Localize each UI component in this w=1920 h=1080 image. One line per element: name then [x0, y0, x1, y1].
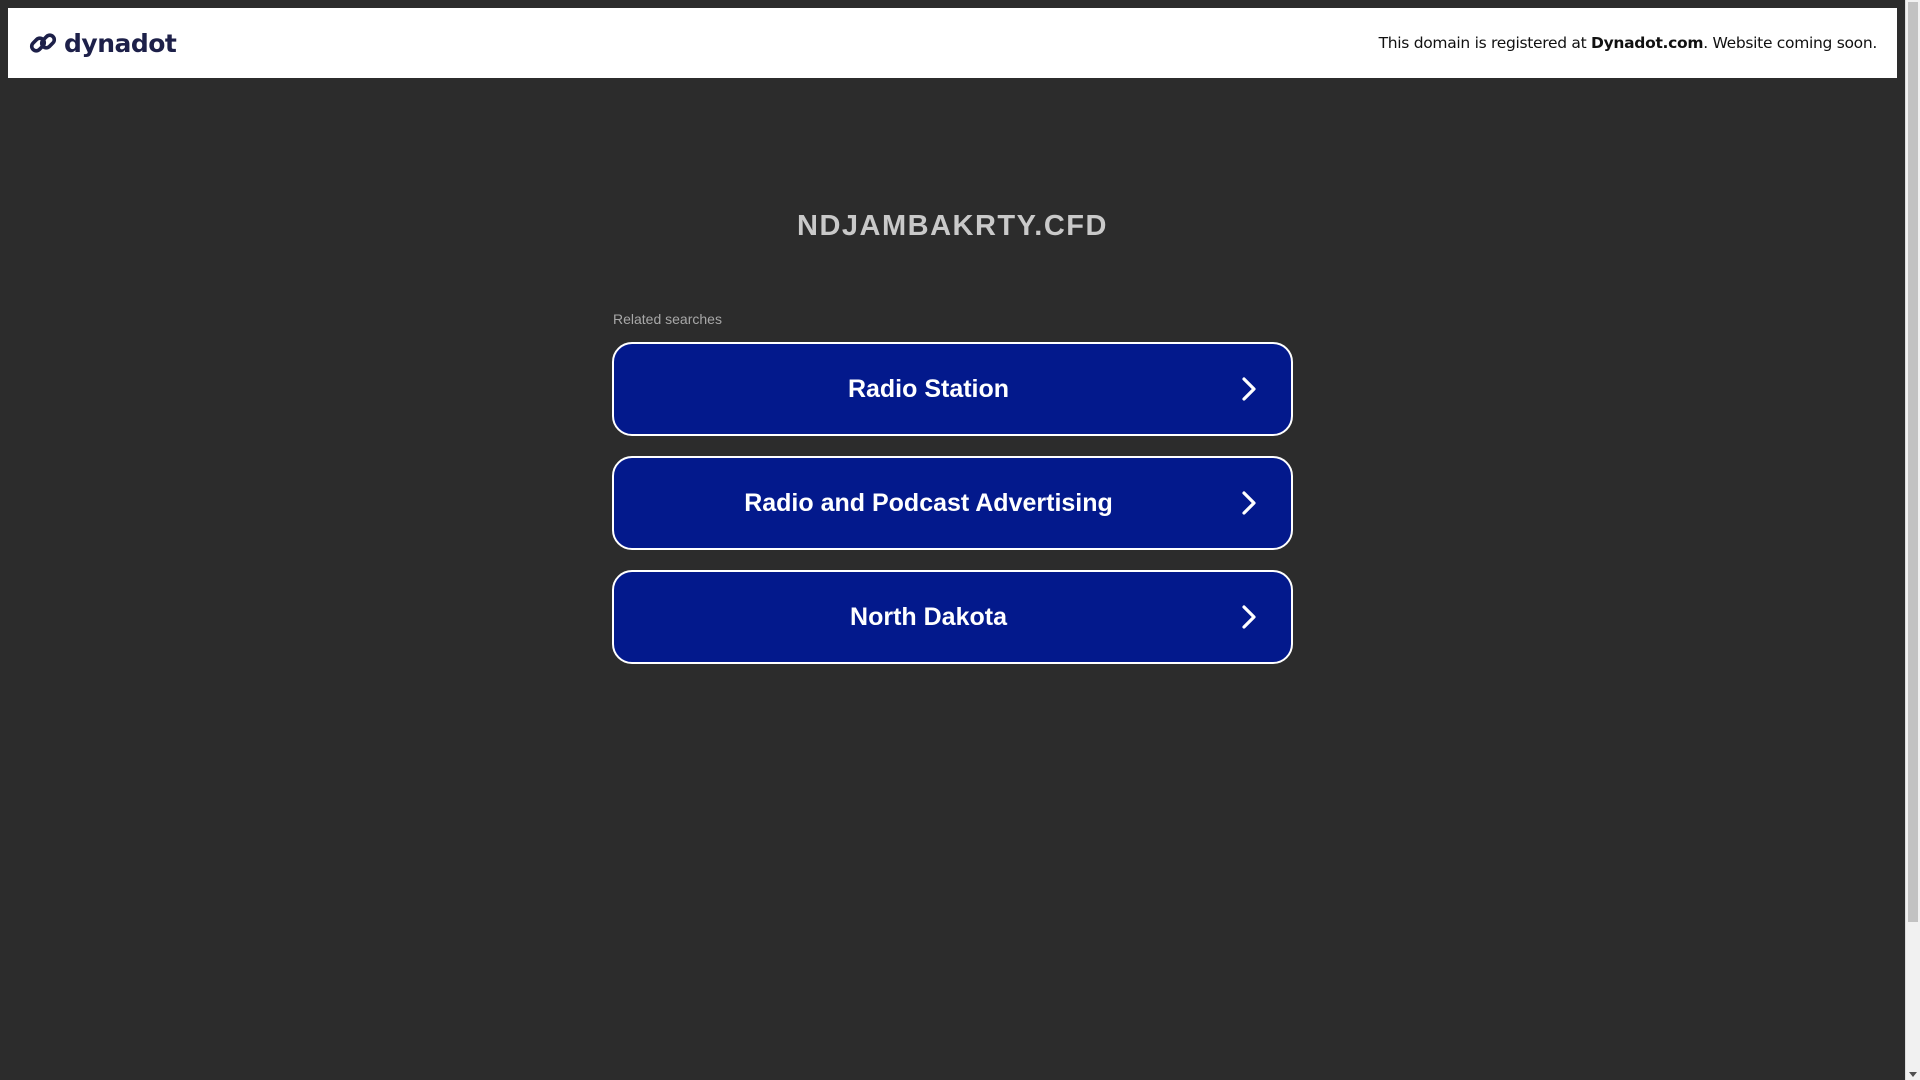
registration-message: This domain is registered at Dynadot.com… — [1378, 34, 1878, 52]
chevron-right-icon — [1242, 605, 1256, 629]
search-button-label: Radio and Podcast Advertising — [744, 488, 1113, 517]
dynadot-logo[interactable]: dynadot — [28, 28, 177, 58]
chevron-right-icon — [1242, 377, 1256, 401]
search-button-radio-podcast-advertising[interactable]: Radio and Podcast Advertising — [612, 456, 1293, 550]
logo-text: dynadot — [64, 28, 177, 58]
scrollbar-thumb[interactable] — [1908, 2, 1918, 922]
page: dynadot This domain is registered at Dyn… — [0, 0, 1920, 1080]
header-bar: dynadot This domain is registered at Dyn… — [8, 8, 1897, 78]
search-button-label: North Dakota — [850, 602, 1007, 631]
related-searches-list: Radio Station Radio and Podcast Advertis… — [612, 342, 1293, 684]
search-button-radio-station[interactable]: Radio Station — [612, 342, 1293, 436]
related-searches-label: Related searches — [613, 311, 722, 327]
domain-title: NDJAMBAKRTY.CFD — [797, 210, 1108, 242]
vertical-scrollbar[interactable] — [1905, 0, 1920, 1080]
dynadot-link[interactable]: Dynadot.com — [1591, 34, 1704, 52]
search-button-label: Radio Station — [847, 374, 1010, 403]
search-button-north-dakota[interactable]: North Dakota — [612, 570, 1293, 664]
chevron-right-icon — [1242, 491, 1256, 515]
message-prefix: This domain is registered at — [1378, 34, 1592, 52]
scroll-down-arrow-icon[interactable] — [1909, 1072, 1917, 1077]
message-suffix: . Website coming soon. — [1703, 34, 1877, 52]
dynadot-link-icon — [29, 33, 57, 53]
